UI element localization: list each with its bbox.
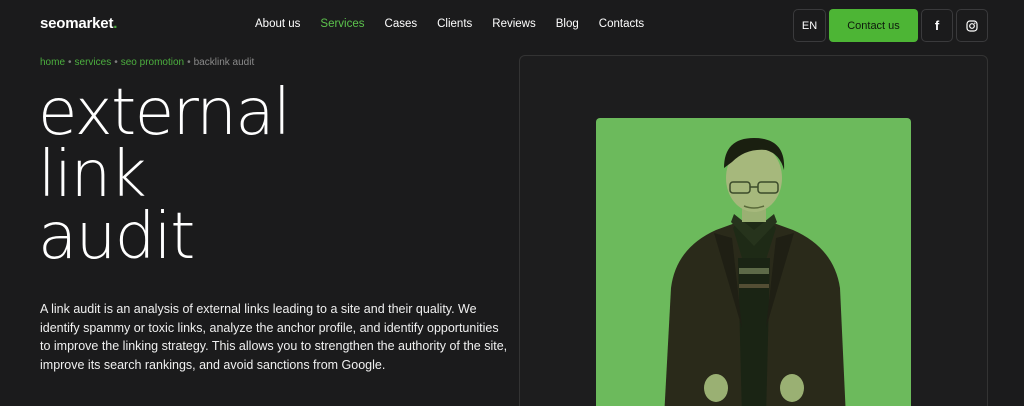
nav-blog[interactable]: Blog (556, 18, 579, 30)
breadcrumb-current: backlink audit (193, 57, 255, 68)
breadcrumb-home[interactable]: home (40, 57, 65, 68)
breadcrumb-separator: • (68, 57, 72, 68)
facebook-icon: f (934, 18, 940, 33)
facebook-button[interactable]: f (921, 9, 953, 42)
instagram-icon (966, 19, 978, 32)
title-line: link (38, 138, 147, 212)
breadcrumb-seo-promotion[interactable]: seo promotion (121, 57, 184, 68)
nav-contacts[interactable]: Contacts (599, 18, 644, 30)
nav-clients[interactable]: Clients (437, 18, 472, 30)
main-nav: About us Services Cases Clients Reviews … (255, 18, 664, 30)
language-button[interactable]: EN (793, 9, 826, 42)
logo[interactable]: seomarket. (40, 15, 117, 32)
nav-about-us[interactable]: About us (255, 18, 300, 30)
breadcrumb-services[interactable]: services (75, 57, 112, 68)
nav-cases[interactable]: Cases (385, 18, 418, 30)
page-title: external link audit (38, 76, 291, 274)
page-description: A link audit is an analysis of external … (40, 302, 508, 372)
title-line: external (38, 76, 291, 150)
specialist-photo (596, 118, 911, 406)
instagram-button[interactable] (956, 9, 988, 42)
header: seomarket. About us Services Cases Clien… (0, 0, 1024, 52)
breadcrumb-separator: • (114, 57, 118, 68)
nav-services[interactable]: Services (320, 18, 364, 30)
breadcrumb-separator: • (187, 57, 191, 68)
breadcrumb: home • services • seo promotion • backlink aud… (40, 57, 254, 68)
title-line: audit (38, 200, 195, 274)
nav-reviews[interactable]: Reviews (492, 18, 535, 30)
person-illustration (664, 138, 846, 406)
contact-us-button[interactable]: Contact us (829, 9, 918, 42)
